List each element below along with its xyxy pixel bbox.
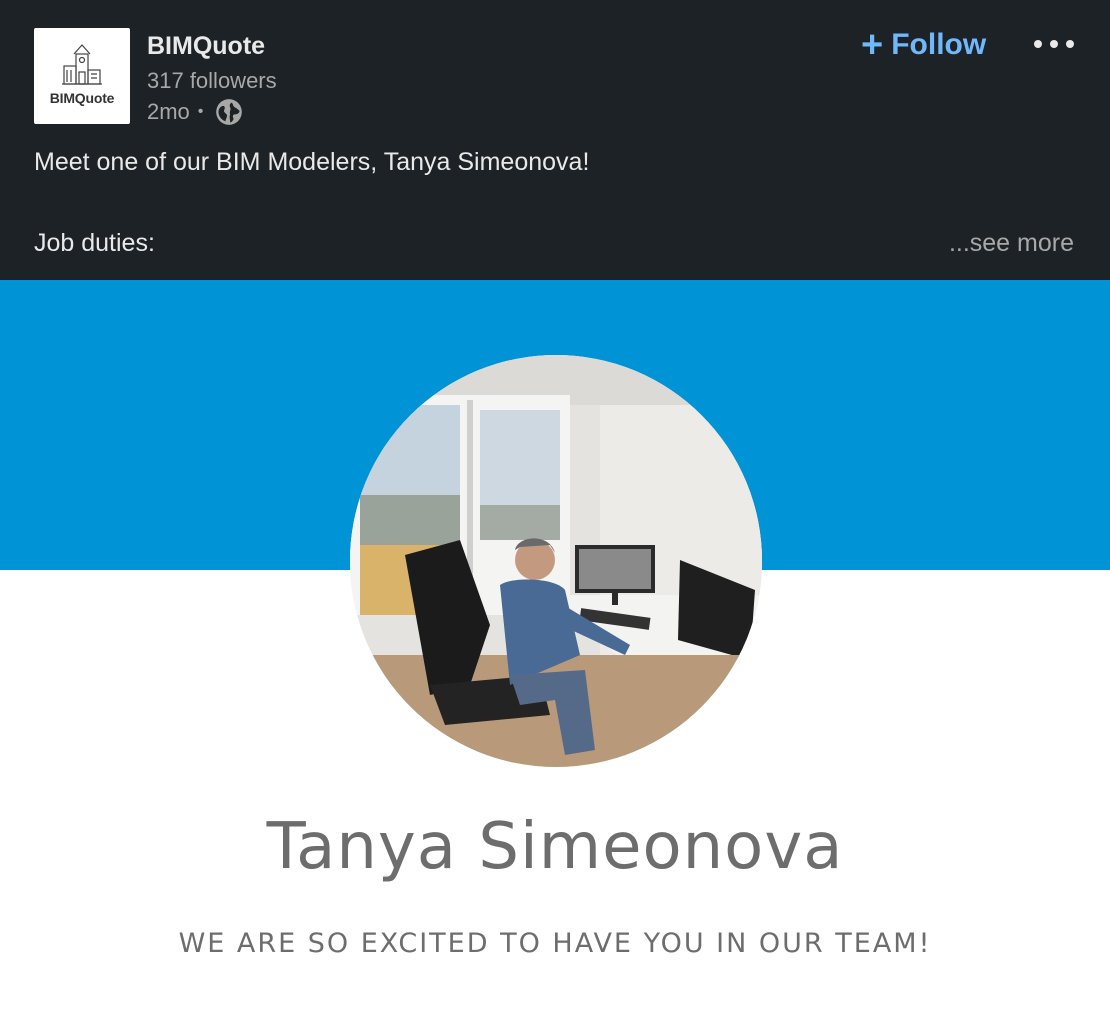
person-name-heading: Tanya Simeonova [266, 810, 844, 884]
company-logo[interactable]: BIMQuote [34, 28, 130, 124]
follower-count: 317 followers [147, 68, 277, 93]
post-meta: 2mo • [147, 98, 243, 126]
follow-label: Follow [891, 28, 987, 61]
plus-icon: + [861, 24, 884, 66]
company-name[interactable]: BIMQuote [147, 32, 265, 61]
globe-icon [215, 98, 243, 126]
post-text-continued: Job duties: [34, 229, 155, 257]
post-header: BIMQuote BIMQuote 317 followers 2mo • + … [0, 0, 1110, 280]
follow-button[interactable]: + Follow [861, 26, 986, 64]
building-icon [62, 44, 102, 85]
welcome-tagline: WE ARE SO EXCITED TO HAVE YOU IN OUR TEA… [178, 928, 932, 959]
more-options-button[interactable] [1030, 32, 1078, 56]
post-image[interactable]: Tanya Simeonova WE ARE SO EXCITED TO HAV… [0, 280, 1110, 1018]
post-age: 2mo [147, 99, 190, 124]
profile-photo [350, 355, 762, 767]
meta-separator: • [197, 103, 204, 120]
post-text: Meet one of our BIM Modelers, Tanya Sime… [34, 148, 590, 176]
logo-wordmark: BIMQuote [49, 90, 115, 106]
see-more-link[interactable]: ...see more [949, 229, 1074, 258]
feed-post: BIMQuote BIMQuote 317 followers 2mo • + … [0, 0, 1110, 1018]
more-horizontal-icon [1034, 40, 1074, 48]
